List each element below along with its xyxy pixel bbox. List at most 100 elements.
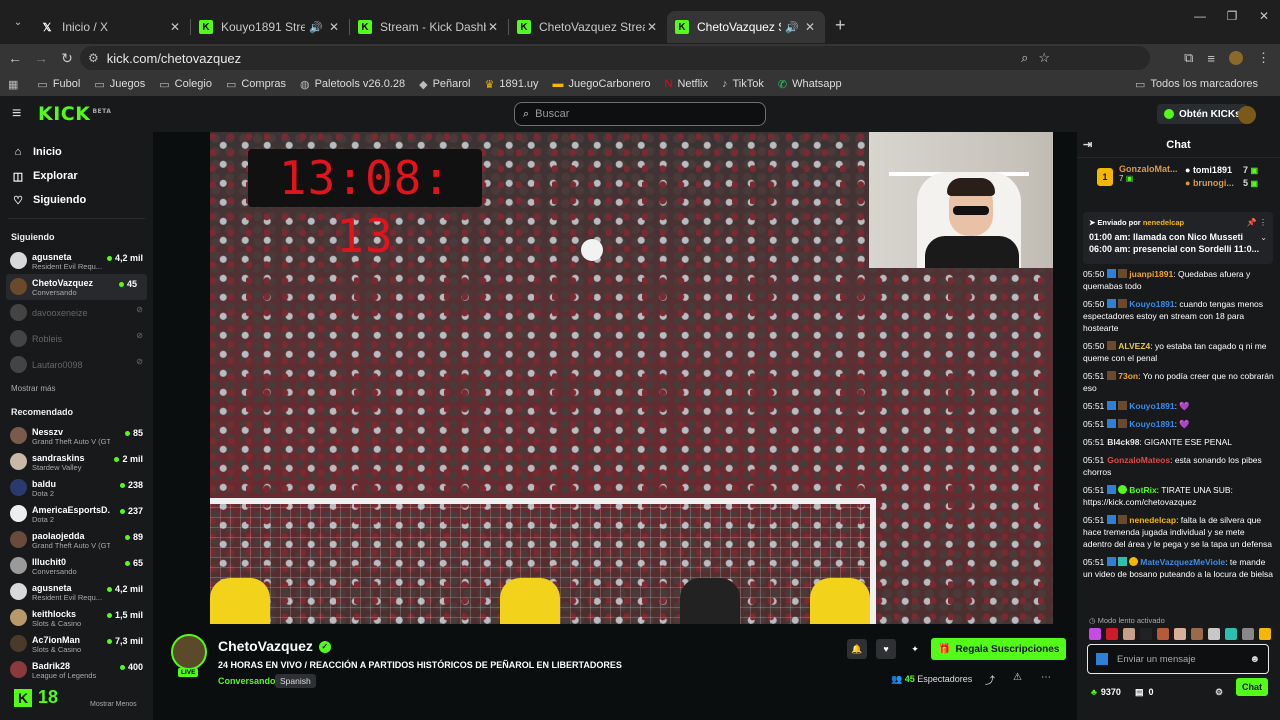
recommended-channel[interactable]: keithlocks Slots & Casino 1,5 mil: [0, 605, 153, 631]
gift-subscriptions-button[interactable]: 🎁 Regala Suscripciones: [931, 638, 1067, 660]
media-icon[interactable]: ≡: [1207, 51, 1215, 66]
recommended-channel[interactable]: baldu Dota 2 238: [0, 475, 153, 501]
close-icon[interactable]: ✕: [168, 20, 182, 34]
show-more-link[interactable]: Mostrar más: [0, 384, 153, 393]
stream-category-link[interactable]: Conversando: [218, 676, 276, 686]
emote-icon[interactable]: [1157, 628, 1169, 640]
more-vertical-icon[interactable]: ⋮: [1259, 218, 1267, 227]
message-user[interactable]: Bl4ck98: [1107, 437, 1139, 447]
chevron-down-icon[interactable]: ⌄: [1247, 233, 1267, 242]
emoji-picker-icon[interactable]: ☻: [1249, 654, 1260, 665]
nav-explore[interactable]: ◫ Explorar: [0, 164, 153, 188]
browser-tab[interactable]: 𝕏 Inicio / X ✕: [32, 11, 190, 43]
pin-icon[interactable]: 📌: [1247, 218, 1257, 227]
message-user[interactable]: Kouyo1891: [1129, 401, 1174, 411]
forward-icon[interactable]: →: [30, 50, 52, 66]
chat-message[interactable]: 05:50 Kouyo1891: cuando tengas menos espe…: [1083, 298, 1275, 334]
recommended-channel[interactable]: Badrik28 League of Legends 400: [0, 657, 153, 683]
close-icon[interactable]: ✕: [645, 20, 659, 34]
bookmark-item[interactable]: ✆ Whatsapp: [778, 78, 842, 91]
maximize-icon[interactable]: ❐: [1216, 0, 1248, 32]
recommended-channel[interactable]: Illuchit0 Conversando 65: [0, 553, 153, 579]
new-tab-button[interactable]: +: [835, 15, 846, 36]
bookmark-item[interactable]: ▭ Compras: [226, 78, 286, 91]
bookmark-item[interactable]: ◍ Paletools v26.0.28: [300, 78, 405, 91]
chat-message[interactable]: 05:51 GonzaloMateos: esta sonando los pib…: [1083, 454, 1275, 478]
recommended-channel[interactable]: paolaojedda Grand Theft Auto V (GTA) 89: [0, 527, 153, 553]
send-chat-button[interactable]: Chat: [1236, 678, 1268, 696]
message-user[interactable]: juanpi1891: [1129, 269, 1173, 279]
chat-message-input[interactable]: Enviar un mensaje ☻: [1087, 644, 1269, 674]
speaker-icon[interactable]: 🔊: [309, 21, 323, 34]
leaderboard-others[interactable]: ● tomi1891 7 ▣ ● brunogi... 5 ▣: [1185, 164, 1258, 190]
kicks-balance[interactable]: 9370: [1101, 687, 1121, 697]
bookmark-item[interactable]: ♛ 1891.uy: [485, 78, 539, 91]
message-user[interactable]: Kouyo1891: [1129, 299, 1174, 309]
speaker-icon[interactable]: 🔊: [785, 21, 799, 34]
report-icon[interactable]: ⚠: [1013, 672, 1022, 683]
bookmark-item[interactable]: ▭ Colegio: [159, 78, 212, 91]
following-channel[interactable]: agusneta Resident Evil Requ... 4,2 mil: [0, 248, 153, 274]
chat-message[interactable]: 05:51 Kouyo1891: 💜: [1083, 400, 1275, 412]
chat-message[interactable]: 05:51 Bl4ck98: GIGANTE ESE PENAL: [1083, 436, 1275, 448]
menu-icon[interactable]: ⋮: [1257, 50, 1270, 66]
hamburger-menu-icon[interactable]: ≡: [12, 105, 26, 123]
close-icon[interactable]: ✕: [327, 20, 341, 34]
reload-icon[interactable]: ↻: [56, 50, 78, 67]
site-info-icon[interactable]: ⚙: [88, 51, 99, 65]
emote-icon[interactable]: [1191, 628, 1203, 640]
streamer-name[interactable]: ChetoVazquez ✓: [218, 638, 331, 654]
all-bookmarks-button[interactable]: ▭ Todos los marcadores: [1135, 78, 1258, 91]
bookmark-item[interactable]: ♪ TikTok: [722, 78, 764, 90]
gift-count[interactable]: 0: [1148, 687, 1153, 697]
bookmark-item[interactable]: ▭ Juegos: [94, 78, 145, 91]
bookmark-item[interactable]: ▬ JuegoCarbonero: [553, 78, 651, 90]
collapse-chat-icon[interactable]: ⇥: [1083, 138, 1092, 151]
user-avatar[interactable]: [1238, 106, 1256, 124]
chat-message[interactable]: 05:51 MateVazquezMeViole: te mande un vid…: [1083, 556, 1275, 580]
recommended-channel[interactable]: Nesszv Grand Theft Auto V (GTA) 85: [0, 423, 153, 449]
chat-message[interactable]: 05:50 juanpi1891: Quedabas afuera y quema…: [1083, 268, 1275, 292]
browser-tab-active[interactable]: K ChetoVazquez Stream - Wa 🔊 ✕: [667, 11, 825, 43]
recommended-channel[interactable]: Ac7ionMan Slots & Casino 7,3 mil: [0, 631, 153, 657]
language-tag[interactable]: Spanish: [275, 674, 316, 688]
gear-icon[interactable]: ⚙: [1215, 687, 1223, 698]
browser-tab[interactable]: K Kouyo1891 Stream - Watch 🔊 ✕: [191, 11, 349, 43]
emote-icon[interactable]: [1259, 628, 1271, 640]
browser-tab[interactable]: K Stream - Kick Dashboard ✕: [350, 11, 508, 43]
emote-icon[interactable]: [1089, 628, 1101, 640]
message-user[interactable]: ALVEZ4: [1118, 341, 1150, 351]
show-less-link[interactable]: Mostrar Menos: [90, 701, 137, 708]
emote-icon[interactable]: [1140, 628, 1152, 640]
emote-icon[interactable]: [1208, 628, 1220, 640]
streamer-avatar[interactable]: [171, 634, 207, 670]
emote-icon[interactable]: [1225, 628, 1237, 640]
following-channel-offline[interactable]: Robleis ⊘: [0, 326, 153, 352]
close-icon[interactable]: ✕: [486, 20, 500, 34]
tab-search-button[interactable]: ⌄: [4, 8, 32, 36]
message-user[interactable]: GonzaloMateos: [1107, 455, 1170, 465]
chat-message[interactable]: 05:51 Kouyo1891: 💜: [1083, 418, 1275, 430]
message-user[interactable]: 73on: [1118, 371, 1138, 381]
following-channel-selected[interactable]: ChetoVazquez Conversando 45: [6, 274, 147, 300]
emote-icon[interactable]: [1123, 628, 1135, 640]
emote-icon[interactable]: [1242, 628, 1254, 640]
message-user[interactable]: Kouyo1891: [1129, 419, 1174, 429]
nav-home[interactable]: ⌂ Inicio: [0, 140, 153, 164]
message-user[interactable]: MateVazquezMeViole: [1140, 557, 1225, 567]
pin-options[interactable]: 📌 ⋮ ⌄: [1247, 218, 1267, 242]
browser-tab[interactable]: K ChetoVazquez Stream - Kick Da ✕: [509, 11, 667, 43]
url-field[interactable]: ⚙ kick.com/chetovazquez ⌕ ☆: [80, 46, 1150, 70]
kick-logo[interactable]: KICK BETA: [38, 103, 111, 125]
more-options-icon[interactable]: ⋯: [1041, 672, 1051, 683]
leaderboard-first[interactable]: 1 GonzaloMat... 7 ▣: [1097, 164, 1178, 186]
close-window-icon[interactable]: ✕: [1248, 0, 1280, 32]
recommended-channel[interactable]: agusneta Resident Evil Requ... 4,2 mil: [0, 579, 153, 605]
bookmark-item[interactable]: ▭ Fubol: [37, 78, 80, 91]
chat-message[interactable]: 05:51 73on: Yo no podía creer que no cobr…: [1083, 370, 1275, 394]
notification-bell-button[interactable]: 🔔: [847, 639, 867, 659]
message-user[interactable]: nenedelcap: [1129, 515, 1176, 525]
apps-icon[interactable]: ▦: [8, 78, 23, 91]
emote-icon[interactable]: [1106, 628, 1118, 640]
emote-icon[interactable]: [1174, 628, 1186, 640]
